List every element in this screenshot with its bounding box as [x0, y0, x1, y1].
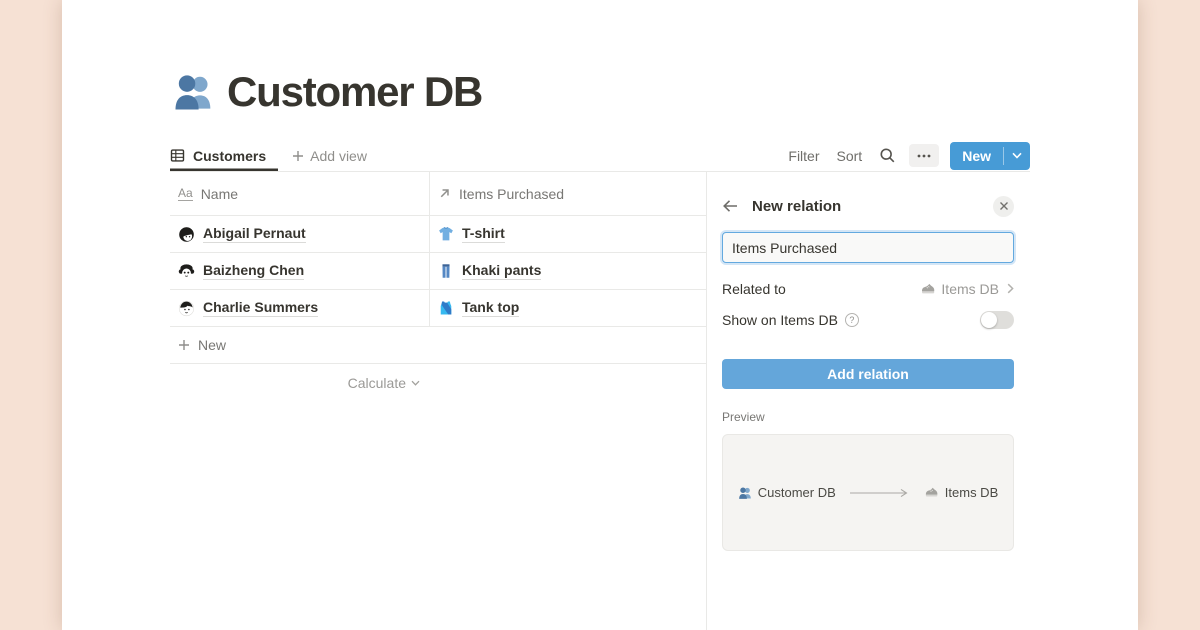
sneaker-icon [920, 281, 936, 297]
avatar-baizheng-icon [178, 263, 195, 280]
more-options-button[interactable] [909, 144, 939, 167]
calculate-label: Calculate [348, 375, 406, 391]
chevron-down-icon [411, 380, 420, 386]
new-relation-panel: New relation Related to Items DB [707, 172, 1030, 630]
chevron-right-icon [1007, 283, 1014, 294]
panel-header: New relation [722, 194, 1014, 218]
ellipsis-icon [917, 154, 931, 158]
plus-icon [178, 339, 190, 351]
new-row-label: New [198, 337, 226, 353]
tshirt-icon [438, 226, 454, 242]
related-to-value[interactable]: Items DB [920, 281, 1014, 297]
preview-target-label: Items DB [945, 485, 998, 500]
customer-name: Abigail Pernaut [203, 225, 306, 244]
sort-button[interactable]: Sort [837, 148, 863, 164]
column-header-name[interactable]: Aa Name [170, 172, 430, 215]
show-on-toggle[interactable] [980, 311, 1014, 329]
view-toolbar: Customers Add view Filter Sort [170, 140, 1030, 172]
relation-arrow-icon [438, 187, 451, 200]
page-title: Customer DB [227, 68, 482, 116]
page-body: Aa Name Items Purchased [170, 172, 1030, 630]
toggle-knob [981, 312, 997, 328]
calculate-button[interactable]: Calculate [170, 364, 430, 402]
pants-icon [438, 263, 454, 279]
show-on-row: Show on Items DB ? [722, 309, 1014, 331]
item-cell[interactable]: T-shirt [430, 216, 706, 252]
item-cell[interactable]: Khaki pants [430, 253, 706, 289]
table-header-row: Aa Name Items Purchased [170, 172, 706, 216]
avatar-charlie-icon [178, 300, 195, 317]
table-row: Abigail Pernaut T-shirt [170, 216, 706, 253]
name-cell[interactable]: Charlie Summers [170, 290, 430, 326]
related-to-label: Related to [722, 281, 786, 297]
show-on-label: Show on Items DB [722, 312, 838, 328]
new-row-button[interactable]: New [170, 327, 706, 364]
item-name: T-shirt [462, 225, 505, 244]
table-row: Baizheng Chen Khaki pants [170, 253, 706, 290]
panel-title: New relation [752, 198, 841, 215]
search-icon[interactable] [879, 147, 896, 164]
new-record-button[interactable]: New [950, 142, 1030, 170]
chevron-down-icon[interactable] [1004, 142, 1030, 170]
tab-customers[interactable]: Customers [170, 140, 278, 171]
filter-button[interactable]: Filter [788, 148, 819, 164]
tab-customers-label: Customers [193, 148, 266, 164]
item-name: Tank top [462, 299, 519, 318]
name-cell[interactable]: Abigail Pernaut [170, 216, 430, 252]
preview-label: Preview [722, 410, 1014, 424]
plus-icon [292, 150, 304, 162]
sneaker-icon [924, 485, 939, 500]
column-header-items-purchased[interactable]: Items Purchased [430, 172, 706, 215]
related-to-row: Related to Items DB [722, 278, 1014, 299]
busts-in-silhouette-icon [172, 71, 214, 113]
customer-name: Charlie Summers [203, 299, 318, 318]
customer-name: Baizheng Chen [203, 262, 304, 281]
preview-source-label: Customer DB [758, 485, 836, 500]
question-circle-icon[interactable]: ? [845, 313, 859, 327]
add-view-button[interactable]: Add view [292, 148, 367, 164]
close-panel-button[interactable] [993, 196, 1014, 217]
add-view-label: Add view [310, 148, 367, 164]
table-row: Charlie Summers Tank top [170, 290, 706, 327]
close-icon [999, 201, 1009, 211]
back-arrow-icon[interactable] [722, 199, 739, 213]
name-cell[interactable]: Baizheng Chen [170, 253, 430, 289]
relation-preview-box: Customer DB Items DB [722, 434, 1014, 551]
item-name: Khaki pants [462, 262, 541, 281]
page-title-row: Customer DB [172, 68, 482, 116]
related-db-name: Items DB [941, 281, 999, 297]
avatar-abigail-icon [178, 226, 195, 243]
customers-table: Aa Name Items Purchased [170, 172, 707, 630]
toolbar-actions: Filter Sort New [788, 142, 1030, 170]
item-cell[interactable]: Tank top [430, 290, 706, 326]
add-relation-button[interactable]: Add relation [722, 359, 1014, 389]
long-right-arrow-icon [849, 488, 911, 498]
preview-source: Customer DB [738, 485, 836, 500]
new-record-label: New [950, 142, 1003, 170]
text-property-icon: Aa [178, 187, 193, 201]
busts-in-silhouette-icon [738, 486, 752, 500]
column-name-label: Name [201, 186, 238, 202]
column-items-label: Items Purchased [459, 186, 564, 202]
preview-target: Items DB [924, 485, 998, 500]
table-view-icon [170, 148, 185, 163]
relation-name-input[interactable] [722, 232, 1014, 263]
notion-page-card: Customer DB Customers Add view [62, 0, 1138, 630]
tanktop-icon [438, 300, 454, 316]
page-content: Customer DB Customers Add view [170, 0, 1030, 630]
